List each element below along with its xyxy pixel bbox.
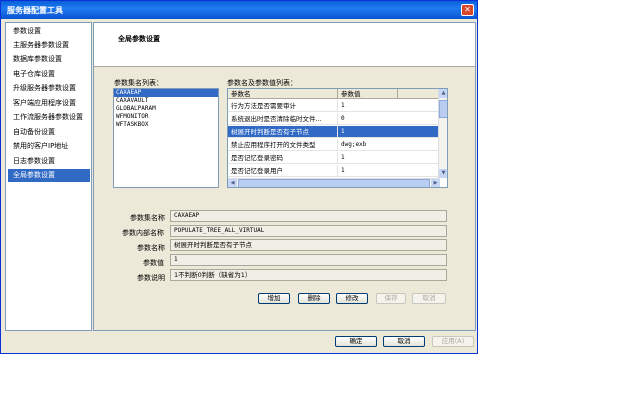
param-name-label: 参数名称 xyxy=(137,244,165,252)
internal-name-label: 参数内部名称 xyxy=(122,229,164,237)
global-params-panel: 全局参数设置 参数集名列表： CAXAEAP CAXAVAULT GLOBALP… xyxy=(93,22,476,331)
param-name-cell: 系统退出时是否清除临时文件... xyxy=(228,113,338,125)
table-row[interactable]: 是否记忆登录密码 1 xyxy=(228,152,440,164)
hscroll-thumb[interactable] xyxy=(238,179,430,187)
add-button[interactable]: 增加 xyxy=(258,293,290,304)
param-name-field[interactable]: 树展开时判断是否有子节点 xyxy=(170,239,447,251)
column-header-name[interactable]: 参数名 xyxy=(228,89,338,99)
description-field[interactable]: 1不判断0判断（缺省为1） xyxy=(170,269,447,281)
param-value-cell: 1 xyxy=(341,154,345,161)
panel-header: 全局参数设置 xyxy=(94,23,475,67)
set-list-label: 参数集名列表： xyxy=(114,79,163,87)
horizontal-scrollbar[interactable]: ◀ ▶ xyxy=(228,178,440,187)
sidebar-item-auto-backup[interactable]: 自动备份设置 xyxy=(8,126,90,139)
set-name-label: 参数集名称 xyxy=(130,214,165,222)
scroll-down-icon[interactable]: ▼ xyxy=(439,169,447,178)
title-bar[interactable]: 服务器配置工具 ✕ xyxy=(1,1,477,19)
list-item[interactable]: CAXAEAP xyxy=(114,89,218,97)
param-name-cell: 是否记忆登录用户 xyxy=(228,165,338,177)
ok-button[interactable]: 确定 xyxy=(335,336,377,347)
close-icon[interactable]: ✕ xyxy=(461,4,474,16)
sidebar-item-vault[interactable]: 电子仓库设置 xyxy=(8,68,90,81)
cancel-edit-button[interactable]: 取消 xyxy=(412,293,446,304)
dialog-footer: 确定 取消 应用(A) xyxy=(1,332,477,353)
table-row[interactable]: 系统退出时是否清除临时文件... 0 xyxy=(228,113,440,125)
sidebar-item-blocked-ip[interactable]: 禁用的客户IP地址 xyxy=(8,140,90,153)
scroll-up-icon[interactable]: ▲ xyxy=(439,89,447,98)
modify-button[interactable]: 修改 xyxy=(336,293,368,304)
settings-nav-list: 参数设置 主服务器参数设置 数据库参数设置 电子仓库设置 升级服务器参数设置 客… xyxy=(5,22,92,331)
param-name-cell: 禁止应用程序打开的文件类型 xyxy=(228,139,338,151)
page-title: 全局参数设置 xyxy=(118,35,160,43)
cancel-button[interactable]: 取消 xyxy=(383,336,425,347)
sidebar-item-workflow-server[interactable]: 工作流服务器参数设置 xyxy=(8,111,90,124)
internal-name-field[interactable]: POPULATE_TREE_ALL_VIRTUAL xyxy=(170,225,447,237)
description-label: 参数说明 xyxy=(137,274,165,282)
scroll-left-icon[interactable]: ◀ xyxy=(228,179,237,187)
vertical-scrollbar[interactable]: ▲ ▼ xyxy=(438,89,447,178)
param-value-cell: dwg;exb xyxy=(341,141,367,148)
table-row[interactable]: 是否记忆登录用户 1 xyxy=(228,165,440,177)
param-list-label: 参数名及参数值列表： xyxy=(227,79,297,87)
param-value-cell: 1 xyxy=(341,167,345,174)
list-item[interactable]: GLOBALPARAM xyxy=(114,105,218,113)
list-item[interactable]: WFTASKBOX xyxy=(114,121,218,129)
sidebar-item-client-app[interactable]: 客户端应用程序设置 xyxy=(8,97,90,110)
table-row[interactable]: 树展开时判断是否有子节点 1 xyxy=(228,126,440,138)
sidebar-item-log[interactable]: 日志参数设置 xyxy=(8,155,90,168)
list-item[interactable]: WFMONITOR xyxy=(114,113,218,121)
sidebar-item-database[interactable]: 数据库参数设置 xyxy=(8,53,90,66)
param-value-cell: 1 xyxy=(341,128,345,135)
param-grid[interactable]: 参数名 参数值 行为方法是否需要审计 1 系统退出时是否清除临时文件... 0 … xyxy=(227,88,448,188)
sidebar-item-params[interactable]: 参数设置 xyxy=(8,25,90,38)
scroll-right-icon[interactable]: ▶ xyxy=(431,179,440,187)
list-item[interactable]: CAXAVAULT xyxy=(114,97,218,105)
param-value-cell: 0 xyxy=(341,115,345,122)
config-tool-window: 服务器配置工具 ✕ 参数设置 主服务器参数设置 数据库参数设置 电子仓库设置 升… xyxy=(0,0,478,354)
param-name-cell: 是否记忆登录密码 xyxy=(228,152,338,164)
param-value-cell: 1 xyxy=(341,102,345,109)
set-name-field[interactable]: CAXAEAP xyxy=(170,210,447,222)
table-row[interactable]: 禁止应用程序打开的文件类型 dwg;exb xyxy=(228,139,440,151)
param-name-cell: 树展开时判断是否有子节点 xyxy=(228,126,338,138)
sidebar-item-upgrade-server[interactable]: 升级服务器参数设置 xyxy=(8,82,90,95)
param-value-field[interactable]: 1 xyxy=(170,254,447,266)
sidebar-item-main-server[interactable]: 主服务器参数设置 xyxy=(8,39,90,52)
param-value-label: 参数值 xyxy=(143,259,164,267)
delete-button[interactable]: 删除 xyxy=(298,293,330,304)
table-row[interactable]: 行为方法是否需要审计 1 xyxy=(228,100,440,112)
grid-header: 参数名 参数值 xyxy=(228,89,440,99)
param-name-cell: 行为方法是否需要审计 xyxy=(228,100,338,112)
scroll-thumb[interactable] xyxy=(439,100,447,118)
param-set-listbox[interactable]: CAXAEAP CAXAVAULT GLOBALPARAM WFMONITOR … xyxy=(113,88,219,188)
save-button[interactable]: 保存 xyxy=(376,293,406,304)
apply-button[interactable]: 应用(A) xyxy=(432,336,474,347)
window-title: 服务器配置工具 xyxy=(7,6,63,15)
sidebar-item-global[interactable]: 全局参数设置 xyxy=(8,169,90,182)
column-header-value[interactable]: 参数值 xyxy=(338,89,398,99)
